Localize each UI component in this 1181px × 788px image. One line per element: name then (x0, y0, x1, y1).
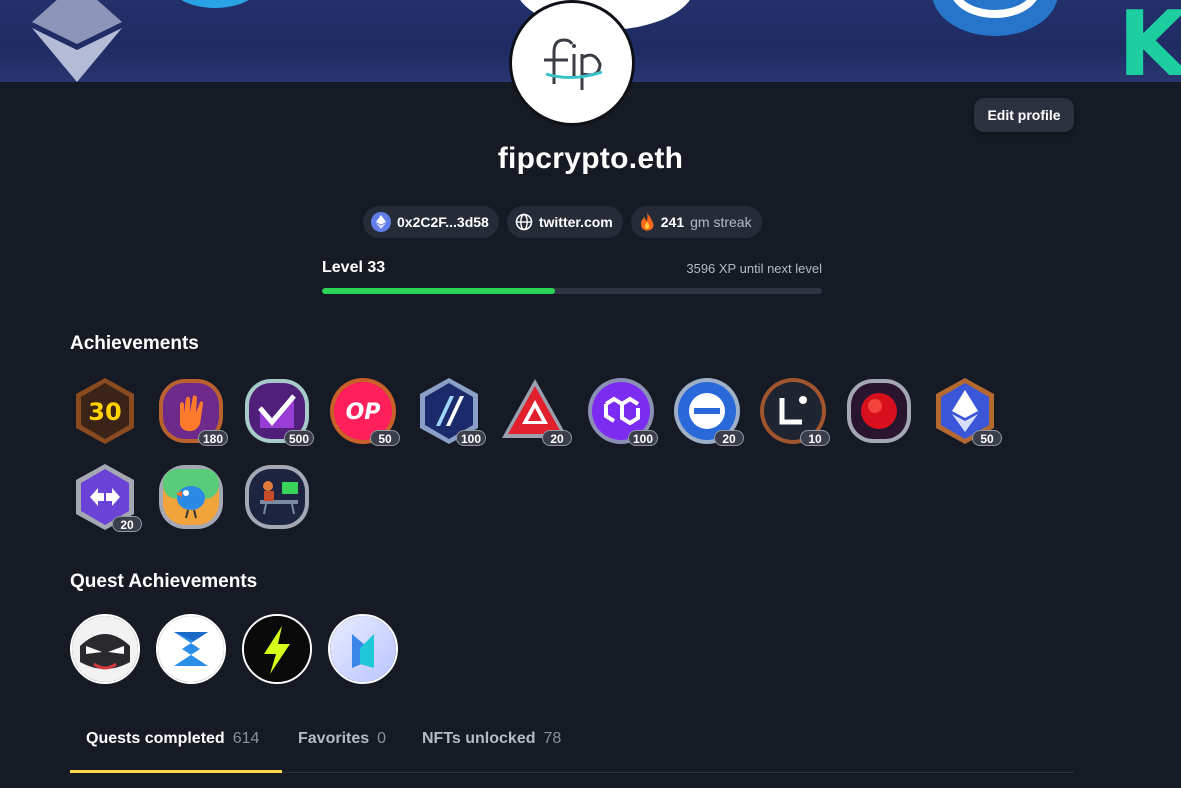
website-chip[interactable]: twitter.com (506, 206, 623, 238)
edit-profile-button[interactable]: Edit profile (974, 98, 1074, 132)
xp-until-next-level: 3596 XP until next level (686, 261, 822, 276)
fire-icon (640, 213, 654, 231)
tab-count: 0 (377, 730, 387, 747)
fip-logo-icon (544, 38, 603, 90)
desk-worker-badge[interactable] (242, 462, 312, 532)
avatar[interactable] (509, 0, 635, 126)
badge-count: 500 (283, 430, 314, 446)
banner-blue-circle (170, 0, 260, 8)
red-orb-badge[interactable] (844, 376, 914, 446)
linea-badge[interactable]: 10 (758, 376, 830, 446)
checkmark-badge[interactable]: 500 (242, 376, 314, 446)
badge-count: 20 (714, 430, 744, 446)
badge-count: 100 (455, 430, 486, 446)
wallet-address-chip[interactable]: 0x2C2F...3d58 (363, 206, 499, 238)
globe-icon (515, 213, 533, 231)
bird-badge[interactable] (156, 462, 226, 532)
wallet-address: 0x2C2F...3d58 (397, 214, 489, 230)
tab-count: 614 (232, 730, 260, 747)
arbitrum-badge[interactable]: 100 (414, 376, 486, 446)
tab-label: NFTs unlocked (422, 730, 536, 747)
thirty-icon: 30 (76, 378, 134, 444)
ethereum-badge[interactable]: 50 (930, 376, 1002, 446)
thirty-days-badge[interactable]: 30 (70, 376, 140, 446)
gm-streak-chip[interactable]: 241 gm streak (630, 206, 762, 238)
streak-count: 241 (660, 214, 685, 230)
usdc-badge[interactable]: 20 (672, 376, 744, 446)
badge-count: 20 (542, 430, 572, 446)
polygon-badge[interactable]: 100 (586, 376, 658, 446)
tab-favorites[interactable]: Favorites 0 (298, 718, 386, 773)
username: fipcrypto.eth (497, 142, 684, 175)
avalanche-badge[interactable]: 20 (500, 376, 572, 446)
crystal-logo-icon (330, 616, 396, 682)
masked-character-quest[interactable] (70, 614, 140, 684)
profile-chips: 0x2C2F...3d58 twitter.com 241 gm streak (363, 206, 762, 238)
streak-label: gm streak (690, 214, 752, 230)
tab-label: Favorites (298, 730, 370, 747)
tab-count: 78 (543, 730, 562, 747)
svg-text:30: 30 (88, 398, 121, 426)
badge-count: 10 (800, 430, 830, 446)
website-link: twitter.com (538, 214, 613, 230)
achievements-title: Achievements (70, 333, 199, 354)
level-progress-bar (322, 288, 822, 294)
blue-z-quest[interactable] (156, 614, 226, 684)
z-logo-icon (158, 616, 224, 682)
badge-count: 50 (370, 430, 400, 446)
bridge-badge[interactable]: 20 (70, 462, 142, 532)
level-label: Level 33 (322, 259, 386, 276)
lightning-icon (244, 616, 310, 682)
quest-achievements-title: Quest Achievements (70, 571, 258, 592)
badge-count: 100 (627, 430, 658, 446)
svg-text:OP: OP (346, 400, 381, 425)
ethereum-banner-icon (32, 0, 122, 82)
tab-label: Quests completed (86, 730, 225, 747)
level-progress-fill (322, 288, 555, 294)
badge-count: 180 (197, 430, 228, 446)
orb-icon (847, 379, 911, 443)
badge-count: 20 (112, 516, 142, 532)
ethereum-icon (371, 212, 391, 232)
bird-icon (159, 465, 223, 529)
computer-desk-icon (245, 465, 309, 529)
lightning-quest[interactable] (242, 614, 312, 684)
kava-banner-icon: K (1118, 0, 1181, 82)
crystal-quest[interactable] (328, 614, 398, 684)
tab-quests-completed[interactable]: Quests completed 614 (70, 718, 282, 773)
tab-nfts-unlocked[interactable]: NFTs unlocked 78 (422, 718, 561, 773)
optimism-badge[interactable]: OP 50 (328, 376, 400, 446)
mask-face-icon (72, 616, 138, 682)
badge-count: 50 (972, 430, 1002, 446)
profile-tabs: Quests completed 614 Favorites 0 NFTs un… (70, 718, 1074, 773)
gm-hand-badge[interactable]: 180 (156, 376, 228, 446)
